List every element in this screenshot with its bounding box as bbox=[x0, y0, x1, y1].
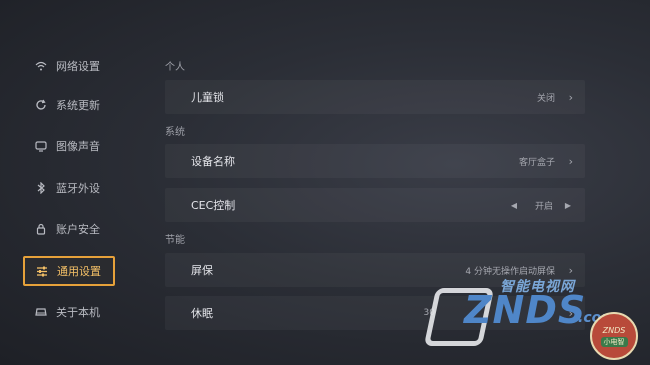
row-value: 开启 bbox=[534, 201, 553, 212]
arrow-right-icon[interactable]: ▶ bbox=[565, 201, 571, 210]
badge-top-text: ZNDS bbox=[602, 325, 626, 335]
row-device-name[interactable]: 设备名称 客厅盒子 › bbox=[165, 144, 585, 178]
row-label: 儿童锁 bbox=[191, 91, 224, 104]
row-label: 屏保 bbox=[191, 264, 213, 277]
row-child-lock[interactable]: 儿童锁 关闭 › bbox=[165, 80, 585, 114]
znds-badge-icon: ZNDS 小电智 bbox=[590, 312, 638, 360]
chevron-right-icon: › bbox=[568, 154, 573, 168]
row-value: 关闭 bbox=[536, 93, 555, 104]
row-label: CEC控制 bbox=[191, 199, 236, 212]
section-label-personal: 个人 bbox=[165, 62, 185, 73]
row-cec-control[interactable]: CEC控制 ◀ 开启 ▶ bbox=[165, 188, 585, 222]
row-label: 设备名称 bbox=[191, 155, 235, 168]
row-value: 客厅盒子 bbox=[518, 157, 555, 168]
chevron-right-icon: › bbox=[568, 90, 573, 104]
arrow-left-icon[interactable]: ◀ bbox=[511, 201, 517, 210]
section-label-system: 系统 bbox=[165, 127, 185, 138]
badge-bottom-text: 小电智 bbox=[600, 336, 628, 347]
row-label: 休眠 bbox=[191, 307, 213, 320]
watermark-main-text: ZNDS bbox=[464, 288, 587, 332]
section-label-energy: 节能 bbox=[165, 235, 185, 246]
